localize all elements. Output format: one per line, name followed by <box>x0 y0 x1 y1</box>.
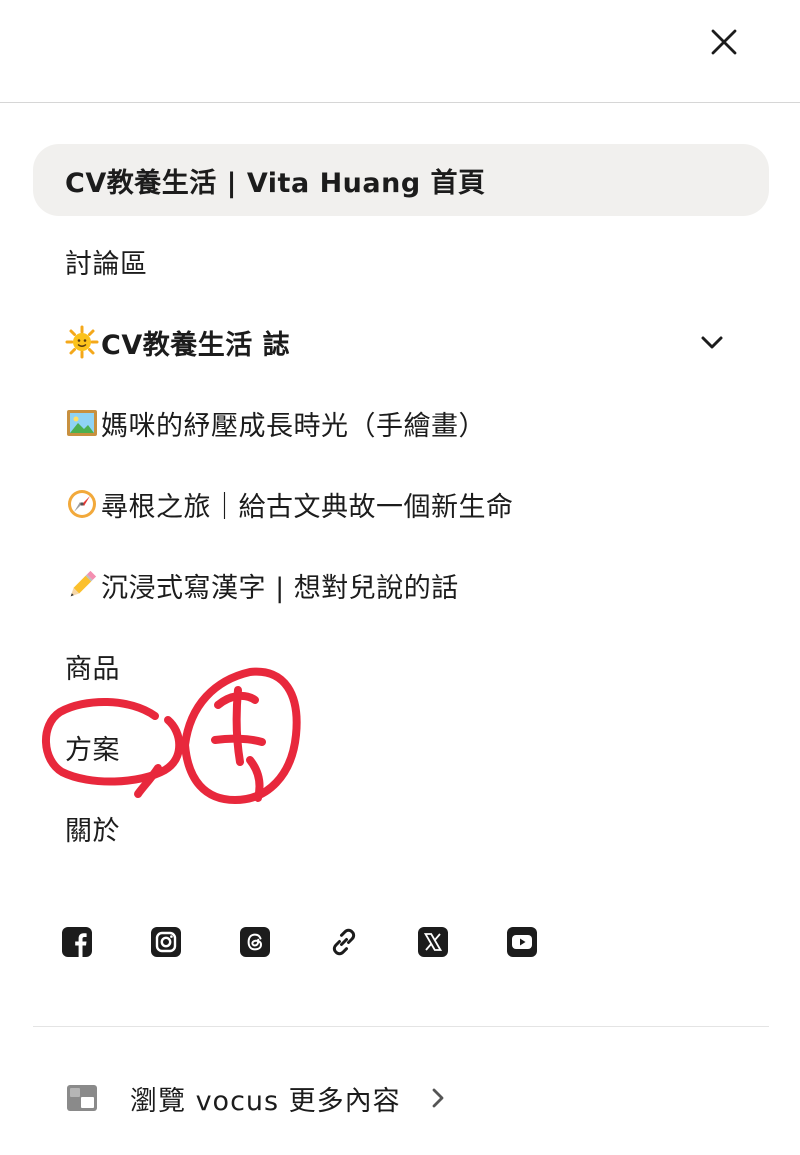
pencil-emoji <box>65 568 99 602</box>
menu-item-label: 沉浸式寫漢字 | 想對兒說的話 <box>101 572 459 604</box>
compass-emoji <box>65 487 99 521</box>
menu-item-magazine[interactable]: CV教養生活 誌 <box>33 306 769 378</box>
threads-icon[interactable] <box>235 922 275 962</box>
header-divider <box>0 102 800 103</box>
link-icon[interactable] <box>324 922 364 962</box>
facebook-icon[interactable] <box>57 922 97 962</box>
footer-divider <box>33 1026 769 1027</box>
menu-item-discussion[interactable]: 討論區 <box>33 225 769 297</box>
menu-item-roots[interactable]: 尋根之旅｜給古文典故一個新生命 <box>33 468 769 540</box>
browse-vocus-link[interactable]: 瀏覽 vocus 更多內容 <box>64 1070 484 1126</box>
sun-with-face-emoji <box>65 325 99 359</box>
menu-item-label: 尋根之旅｜給古文典故一個新生命 <box>101 491 514 523</box>
close-icon <box>711 29 737 55</box>
menu-item-about[interactable]: 關於 <box>33 792 769 864</box>
menu-item-drawings[interactable]: 媽咪的紓壓成長時光（手繪畫） <box>33 387 769 459</box>
chevron-down-icon[interactable] <box>699 330 725 356</box>
menu-item-label: CV教養生活 誌 <box>101 329 291 361</box>
framed-picture-emoji <box>65 406 99 440</box>
side-menu-panel: CV教養生活 | Vita Huang 首頁 討論區 CV教養生活 誌 媽咪的紓… <box>0 0 800 1155</box>
vocus-logo-icon <box>67 1085 97 1111</box>
social-links <box>0 922 800 962</box>
x-icon[interactable] <box>413 922 453 962</box>
menu-item-plans[interactable]: 方案 <box>33 711 769 783</box>
instagram-icon[interactable] <box>146 922 186 962</box>
browse-label: 瀏覽 vocus 更多內容 <box>130 1085 401 1117</box>
menu-item-label: 商品 <box>65 653 120 685</box>
menu-item-label: 關於 <box>65 815 120 847</box>
close-button[interactable] <box>700 18 748 66</box>
menu-item-products[interactable]: 商品 <box>33 630 769 702</box>
menu-item-home[interactable]: CV教養生活 | Vita Huang 首頁 <box>33 144 769 216</box>
chevron-right-icon <box>432 1088 444 1108</box>
youtube-icon[interactable] <box>502 922 542 962</box>
menu-item-label: 討論區 <box>65 248 148 280</box>
menu-item-label: CV教養生活 | Vita Huang 首頁 <box>65 167 486 199</box>
menu-item-label: 方案 <box>65 734 120 766</box>
menu-item-label: 媽咪的紓壓成長時光（手繪畫） <box>101 410 486 442</box>
menu-item-handwriting[interactable]: 沉浸式寫漢字 | 想對兒說的話 <box>33 549 769 621</box>
